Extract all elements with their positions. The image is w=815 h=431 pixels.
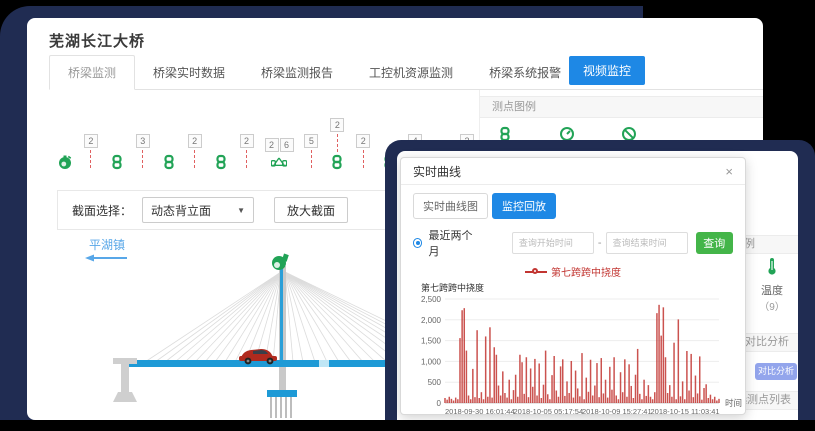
deflection-chart: 2,500 2,000 1,500 1,000 500 02018-09-30 16:01… xyxy=(401,291,745,429)
chart-legend[interactable]: 第七跨跨中挠度 xyxy=(401,264,745,279)
compare-analysis-button[interactable]: 对比分析 xyxy=(755,363,797,380)
dialog-tab-0[interactable]: 实时曲线图 xyxy=(413,193,488,219)
timeline-item-10: 2 xyxy=(329,118,345,170)
sensor-count-badge: 2 xyxy=(84,134,98,148)
query-start-input[interactable] xyxy=(512,232,594,254)
svg-text:0: 0 xyxy=(437,399,442,408)
main-tab-3[interactable]: 工控机资源监测 xyxy=(351,56,471,89)
inner-legend-header: 测点图例 xyxy=(745,235,798,254)
page-title: 芜湖长江大桥 xyxy=(49,30,145,51)
timeline-item-2 xyxy=(109,154,125,170)
chart-area: 第七跨跨中挠度 2,5002,0001,5001,00050002018-09-… xyxy=(401,281,745,431)
svg-text:2018-09-30 16:01:44: 2018-09-30 16:01:44 xyxy=(445,407,515,416)
timeline-item-4 xyxy=(161,154,177,170)
main-tab-0[interactable]: 桥梁监测 xyxy=(49,55,135,90)
chain-icon[interactable] xyxy=(213,154,229,170)
svg-text:500: 500 xyxy=(428,378,442,387)
main-tab-bar: 桥梁监测桥梁实时数据桥梁监测报告工控机资源监测桥梁系统报警 xyxy=(49,58,763,90)
alarm-dash-line xyxy=(142,150,143,168)
chain-icon[interactable] xyxy=(329,154,345,170)
temperature-label: 温度 xyxy=(749,282,795,298)
svg-text:2,000: 2,000 xyxy=(421,316,442,325)
temperature-block[interactable]: 温度 （9） xyxy=(749,257,795,313)
video-monitor-button[interactable]: 视频监控 xyxy=(569,56,645,85)
query-button[interactable]: 查询 xyxy=(696,232,733,254)
main-tab-4[interactable]: 桥梁系统报警 xyxy=(471,56,579,89)
screen: 芜湖长江大桥 桥梁监测桥梁实时数据桥梁监测报告工控机资源监测桥梁系统报警 视频监… xyxy=(0,0,815,420)
dialog-tab-bar: 实时曲线图监控回放 xyxy=(401,185,745,223)
temperature-count: （9） xyxy=(749,298,795,313)
main-tab-1[interactable]: 桥梁实时数据 xyxy=(135,56,243,89)
tower-gauge-icon xyxy=(272,254,289,270)
stopwatch-icon[interactable] xyxy=(57,154,73,170)
thermometer-icon xyxy=(766,257,778,275)
timeline-item-0 xyxy=(57,154,73,170)
last-two-months-label: 最近两个月 xyxy=(428,227,479,259)
close-icon[interactable]: × xyxy=(725,164,733,179)
sensor-count-badge: 2 xyxy=(265,138,279,152)
last-two-months-radio[interactable] xyxy=(413,238,422,248)
timeline-item-8: 26 xyxy=(265,138,294,170)
alarm-dash-line xyxy=(194,150,195,168)
timeline-item-9: 5 xyxy=(303,134,319,170)
query-end-input[interactable] xyxy=(606,232,688,254)
sensor-count-badge: 6 xyxy=(280,138,294,152)
dialog-tab-1[interactable]: 监控回放 xyxy=(492,193,556,219)
legend-label: 第七跨跨中挠度 xyxy=(551,264,621,279)
svg-text:2018-10-15 11:03:41: 2018-10-15 11:03:41 xyxy=(651,407,720,416)
sensor-count-badge: 2 xyxy=(330,118,344,132)
svg-text:2,500: 2,500 xyxy=(421,295,442,304)
dialog-controls: 最近两个月 - 查询 xyxy=(401,223,745,259)
alarm-dash-line xyxy=(246,150,247,168)
timeline-item-5: 2 xyxy=(187,134,203,170)
timeline-item-11: 2 xyxy=(355,134,371,170)
legend-marker-icon xyxy=(525,268,547,276)
selected-points-header: 已选测点列表 xyxy=(745,391,798,410)
date-separator: - xyxy=(598,237,602,249)
sensor-count-badge: 5 xyxy=(304,134,318,148)
svg-text:1,500: 1,500 xyxy=(421,337,442,346)
timeline-item-6 xyxy=(213,154,229,170)
alarm-dash-line xyxy=(363,150,364,168)
chain-icon[interactable] xyxy=(161,154,177,170)
sensor-count-badge: 3 xyxy=(136,134,150,148)
alarm-dash-line xyxy=(311,150,312,168)
dialog-header: 实时曲线 × xyxy=(401,158,745,185)
alarm-dash-line xyxy=(337,134,338,152)
svg-text:2018-10-05 05:17:54: 2018-10-05 05:17:54 xyxy=(514,407,584,416)
timeline-item-1: 2 xyxy=(83,134,99,170)
sensor-count-badge: 2 xyxy=(356,134,370,148)
svg-text:1,000: 1,000 xyxy=(421,357,442,366)
alarm-dash-line xyxy=(90,150,91,168)
svg-text:2018-10-09 15:27:41: 2018-10-09 15:27:41 xyxy=(582,407,652,416)
dialog-title: 实时曲线 xyxy=(413,163,461,180)
bridge-icon[interactable] xyxy=(271,154,287,170)
svg-text:时间: 时间 xyxy=(725,398,742,408)
main-tab-2[interactable]: 桥梁监测报告 xyxy=(243,56,351,89)
compare-section-header: 对比分析 xyxy=(745,333,798,352)
timeline-item-7: 2 xyxy=(239,134,255,170)
timeline-item-3: 3 xyxy=(135,134,151,170)
legend-panel-header: 测点图例 xyxy=(480,96,763,118)
chain-icon[interactable] xyxy=(109,154,125,170)
sensor-count-badge: 2 xyxy=(188,134,202,148)
sensor-count-badge: 2 xyxy=(240,134,254,148)
realtime-curve-dialog: 实时曲线 × 实时曲线图监控回放 最近两个月 - 查询 第七跨跨中挠度 第七跨跨… xyxy=(400,157,746,415)
